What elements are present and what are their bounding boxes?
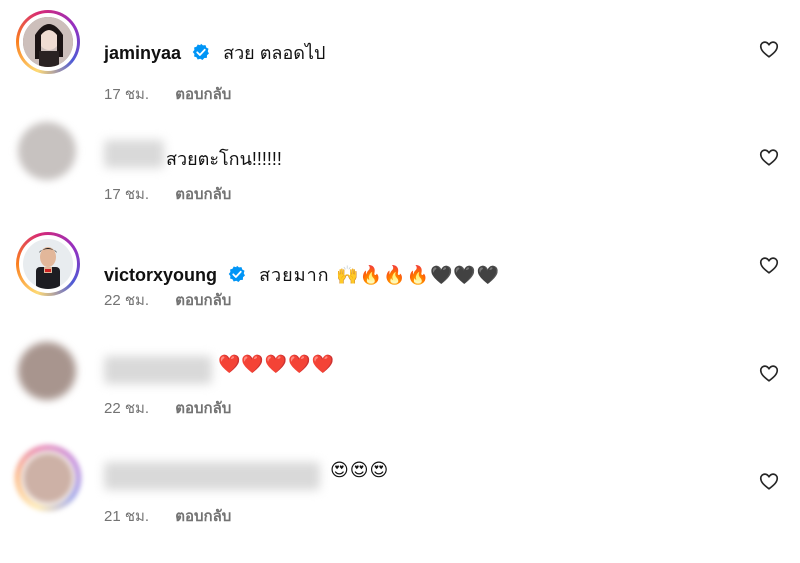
comment-item: victorxyoung สวยมาก 🙌🔥🔥🔥🖤🖤🖤 22 ชม. ตอบกล… <box>0 232 800 332</box>
verified-badge-icon <box>228 265 245 282</box>
comment-header: victorxyoung สวยมาก 🙌🔥🔥🔥🖤🖤🖤 <box>104 260 500 289</box>
comment-meta: 17 ชม. ตอบกลับ <box>104 82 231 106</box>
comment-time[interactable]: 21 ชม. <box>104 508 149 525</box>
comment-item: ❤️❤️❤️❤️❤️ 22 ชม. ตอบกลับ <box>0 338 800 438</box>
comment-meta: 17 ชม. ตอบกลับ <box>104 182 231 206</box>
comment-time[interactable]: 17 ชม. <box>104 186 149 203</box>
avatar[interactable] <box>23 239 73 289</box>
heart-outline-icon[interactable] <box>758 362 780 384</box>
comment-text: สวย ตลอดไป <box>223 43 326 63</box>
avatar[interactable] <box>18 122 76 180</box>
comment-text: 😍😍😍 <box>330 460 390 481</box>
heart-outline-icon[interactable] <box>758 146 780 168</box>
avatar[interactable] <box>18 342 76 400</box>
username-link[interactable]: jaminyaa <box>104 43 181 63</box>
heart-outline-icon[interactable] <box>758 38 780 60</box>
comment-text: สวยมาก 🙌🔥🔥🔥🖤🖤🖤 <box>259 265 501 286</box>
comment-time[interactable]: 22 ชม. <box>104 292 149 309</box>
comment-item: สวยตะโกน!!!!!! 17 ชม. ตอบกลับ <box>0 118 800 218</box>
comment-text: ❤️❤️❤️❤️❤️ <box>218 354 336 375</box>
heart-outline-icon[interactable] <box>758 470 780 492</box>
username-blurred[interactable] <box>104 462 320 490</box>
heart-outline-icon[interactable] <box>758 254 780 276</box>
reply-button[interactable]: ตอบกลับ <box>175 508 231 525</box>
avatar-story-ring[interactable] <box>16 446 80 510</box>
comment-text: สวยตะโกน!!!!!! <box>166 149 282 169</box>
avatar[interactable] <box>23 453 73 503</box>
verified-badge-icon <box>192 43 210 60</box>
comment-meta: 22 ชม. ตอบกลับ <box>104 288 231 312</box>
reply-button[interactable]: ตอบกลับ <box>175 292 231 309</box>
reply-button[interactable]: ตอบกลับ <box>175 400 231 417</box>
avatar-story-ring[interactable] <box>16 232 80 296</box>
username-blurred[interactable] <box>104 140 164 168</box>
reply-button[interactable]: ตอบกลับ <box>175 186 231 203</box>
reply-button[interactable]: ตอบกลับ <box>175 86 231 103</box>
comment-time[interactable]: 17 ชม. <box>104 86 149 103</box>
avatar[interactable] <box>23 17 73 67</box>
comment-meta: 22 ชม. ตอบกลับ <box>104 396 231 420</box>
avatar-story-ring[interactable] <box>16 10 80 74</box>
comment-time[interactable]: 22 ชม. <box>104 400 149 417</box>
comment-meta: 21 ชม. ตอบกลับ <box>104 504 231 528</box>
comment-header: jaminyaa สวย ตลอดไป <box>104 38 325 67</box>
comment-item: 😍😍😍 21 ชม. ตอบกลับ <box>0 446 800 546</box>
username-blurred[interactable] <box>104 356 212 384</box>
username-link[interactable]: victorxyoung <box>104 265 217 285</box>
comment-item: jaminyaa สวย ตลอดไป 17 ชม. ตอบกลับ <box>0 10 800 110</box>
